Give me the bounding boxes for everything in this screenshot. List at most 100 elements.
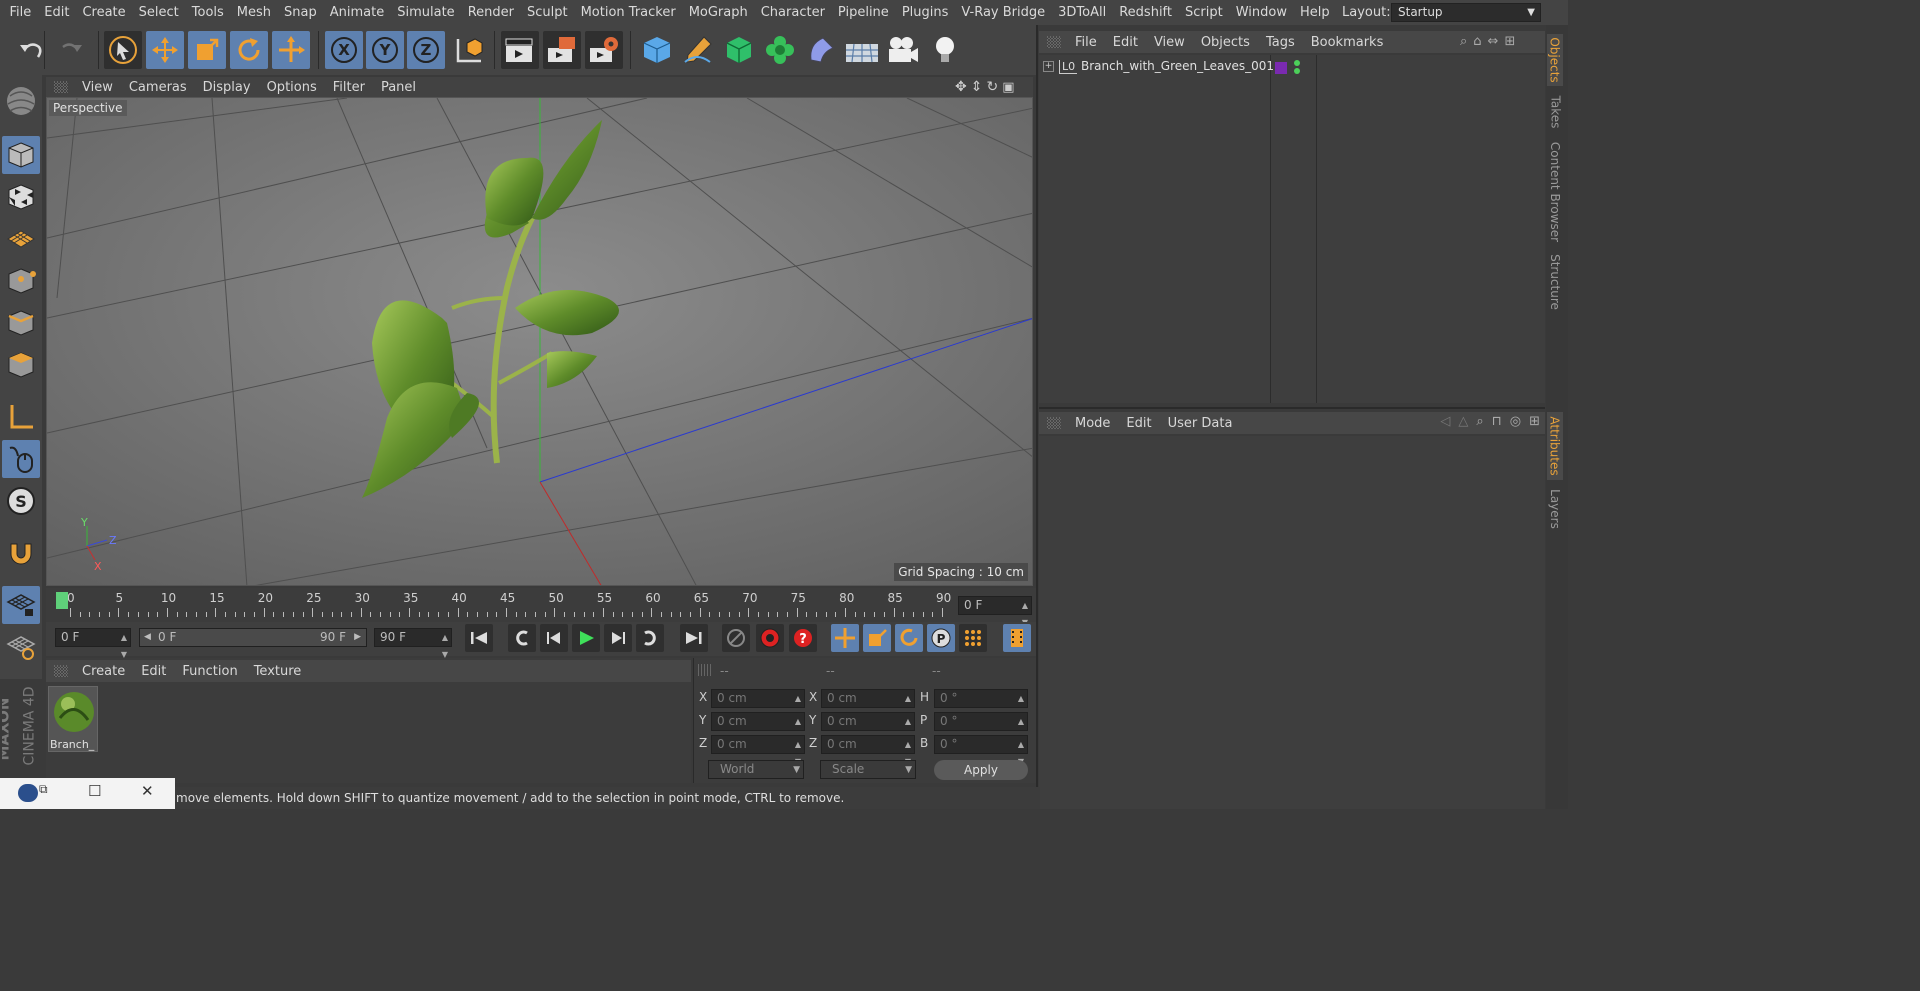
object-row[interactable]: + L0 Branch_with_Green_Leaves_001	[1039, 59, 1545, 79]
timeline-ruler[interactable]: 0 5 10 15 20 25 30 35 40 45 50 55 60 65 70 75 80 85 90	[56, 591, 952, 619]
coordinate-system-button[interactable]	[450, 31, 488, 69]
menu-mesh[interactable]: Mesh	[230, 0, 277, 25]
menu-select[interactable]: Select	[132, 0, 185, 25]
menu-script[interactable]: Script	[1179, 0, 1230, 25]
coord-field[interactable]: 0 cm▲▼	[711, 712, 805, 743]
viewport-menu-options[interactable]: Options	[259, 80, 325, 95]
camera-button[interactable]	[884, 31, 922, 69]
viewport-menu-cameras[interactable]: Cameras	[121, 80, 195, 95]
target-icon[interactable]: ◎	[1510, 414, 1521, 432]
perspective-viewport[interactable]: Y Z X Perspective Grid Spacing : 10 cm	[46, 97, 1033, 586]
rotation-key-button[interactable]	[895, 624, 923, 652]
record-active-objects-button[interactable]	[722, 624, 750, 652]
new-panel-icon[interactable]: ⊞	[1504, 34, 1515, 50]
maximize-viewport-icon[interactable]: ▣	[1002, 80, 1014, 95]
editor-visibility-icon[interactable]	[1294, 60, 1300, 66]
menu-animate[interactable]: Animate	[323, 0, 390, 25]
restore-icon[interactable]: ⧉	[39, 782, 48, 797]
menu-render[interactable]: Render	[461, 0, 520, 25]
transform-tool-button[interactable]	[272, 31, 310, 69]
model-mode-button[interactable]	[2, 136, 40, 174]
material-menu-function[interactable]: Function	[174, 664, 245, 679]
polygons-mode-button[interactable]	[2, 346, 40, 384]
render-visibility-icon[interactable]	[1294, 68, 1300, 74]
tab-objects[interactable]: Objects	[1547, 34, 1563, 86]
menu-help[interactable]: Help	[1294, 0, 1337, 25]
play-button[interactable]	[572, 624, 600, 652]
render-region-button[interactable]	[543, 31, 581, 69]
up-arrow-icon[interactable]: △	[1458, 414, 1468, 432]
attributes-menu-mode[interactable]: Mode	[1067, 416, 1118, 431]
orbit-icon[interactable]: ↻	[986, 79, 998, 95]
floor-button[interactable]	[843, 31, 881, 69]
select-tool-button[interactable]	[104, 31, 142, 69]
frame-range-slider[interactable]: ◀ 0 F 90 F ▶	[139, 628, 367, 647]
menu-character[interactable]: Character	[754, 0, 831, 25]
point-level-key-button[interactable]	[959, 624, 987, 652]
tab-takes[interactable]: Takes	[1547, 92, 1563, 132]
menu-plugins[interactable]: Plugins	[895, 0, 955, 25]
end-frame-field[interactable]: 90 F ▲ ▼	[374, 628, 452, 659]
render-settings-button[interactable]	[585, 31, 623, 69]
objects-menu-edit[interactable]: Edit	[1105, 35, 1146, 50]
viewport-menu-view[interactable]: View	[74, 80, 121, 95]
parameter-key-button[interactable]: P	[927, 624, 955, 652]
x-axis-button[interactable]: X	[325, 31, 363, 69]
menu-snap[interactable]: Snap	[278, 0, 324, 25]
tweak-mode-button[interactable]	[2, 440, 40, 478]
expand-icon[interactable]: +	[1043, 61, 1054, 72]
apply-button[interactable]: Apply	[934, 760, 1028, 780]
new-panel-icon[interactable]: ⊞	[1529, 414, 1540, 432]
rotate-tool-button[interactable]	[230, 31, 268, 69]
coord-field[interactable]: 0 °▲▼	[934, 712, 1028, 743]
cinema4d-app-icon[interactable]	[18, 784, 38, 802]
make-editable-button[interactable]	[2, 82, 40, 120]
light-button[interactable]	[926, 31, 964, 69]
axis-mode-button[interactable]	[2, 398, 40, 436]
layout-select[interactable]: Startup ▼	[1391, 3, 1541, 22]
close-icon[interactable]: ✕	[141, 782, 154, 800]
cloner-button[interactable]	[761, 31, 799, 69]
next-key-button[interactable]	[636, 624, 664, 652]
previous-key-button[interactable]	[508, 624, 536, 652]
link-icon[interactable]: ⇔	[1488, 34, 1499, 50]
menu-create[interactable]: Create	[76, 0, 132, 25]
attributes-menu-user-data[interactable]: User Data	[1160, 416, 1241, 431]
go-to-start-button[interactable]	[465, 624, 493, 652]
coord-field[interactable]: 0 °▲▼	[934, 689, 1028, 720]
timeline-window-button[interactable]	[1003, 624, 1031, 652]
go-to-end-button[interactable]	[680, 624, 708, 652]
current-frame-field[interactable]: 0 F▲▼	[958, 596, 1032, 627]
layer-color-icon[interactable]	[1275, 62, 1287, 74]
attributes-menu-edit[interactable]: Edit	[1118, 416, 1159, 431]
workplane-mode-button[interactable]	[2, 220, 40, 258]
coord-field[interactable]: 0 cm▲▼	[711, 735, 805, 766]
autokeying-button[interactable]	[756, 624, 784, 652]
z-axis-button[interactable]: Z	[407, 31, 445, 69]
menu-3dtoall[interactable]: 3DToAll	[1052, 0, 1113, 25]
menu-file[interactable]: File	[3, 0, 38, 25]
viewport-menu-panel[interactable]: Panel	[373, 80, 424, 95]
menu-redshift[interactable]: Redshift	[1113, 0, 1179, 25]
snap-button[interactable]	[2, 534, 40, 572]
move-tool-button[interactable]	[146, 31, 184, 69]
pan-icon[interactable]: ✥	[955, 79, 967, 95]
menu-sculpt[interactable]: Sculpt	[520, 0, 574, 25]
workplane-lock-button[interactable]	[2, 628, 40, 666]
zoom-icon[interactable]: ⇕	[971, 79, 983, 95]
size-mode-select[interactable]: Scale ▼	[820, 760, 916, 779]
search-icon[interactable]: ⌕	[1476, 414, 1483, 432]
coord-field[interactable]: 0 cm▲▼	[821, 735, 915, 766]
home-icon[interactable]: ⌂	[1473, 34, 1481, 50]
tab-structure[interactable]: Structure	[1547, 252, 1563, 312]
coord-field[interactable]: 0 cm▲▼	[821, 712, 915, 743]
next-frame-button[interactable]	[604, 624, 632, 652]
viewport-menu-display[interactable]: Display	[195, 80, 259, 95]
menu-v-ray-bridge[interactable]: V-Ray Bridge	[955, 0, 1052, 25]
keyframe-selection-button[interactable]: ?	[789, 624, 817, 652]
start-frame-field[interactable]: 0 F ▲ ▼	[55, 628, 131, 659]
y-axis-button[interactable]: Y	[366, 31, 404, 69]
tab-attributes[interactable]: Attributes	[1547, 412, 1563, 480]
material-menu-edit[interactable]: Edit	[133, 664, 174, 679]
object-name[interactable]: Branch_with_Green_Leaves_001	[1081, 59, 1274, 73]
